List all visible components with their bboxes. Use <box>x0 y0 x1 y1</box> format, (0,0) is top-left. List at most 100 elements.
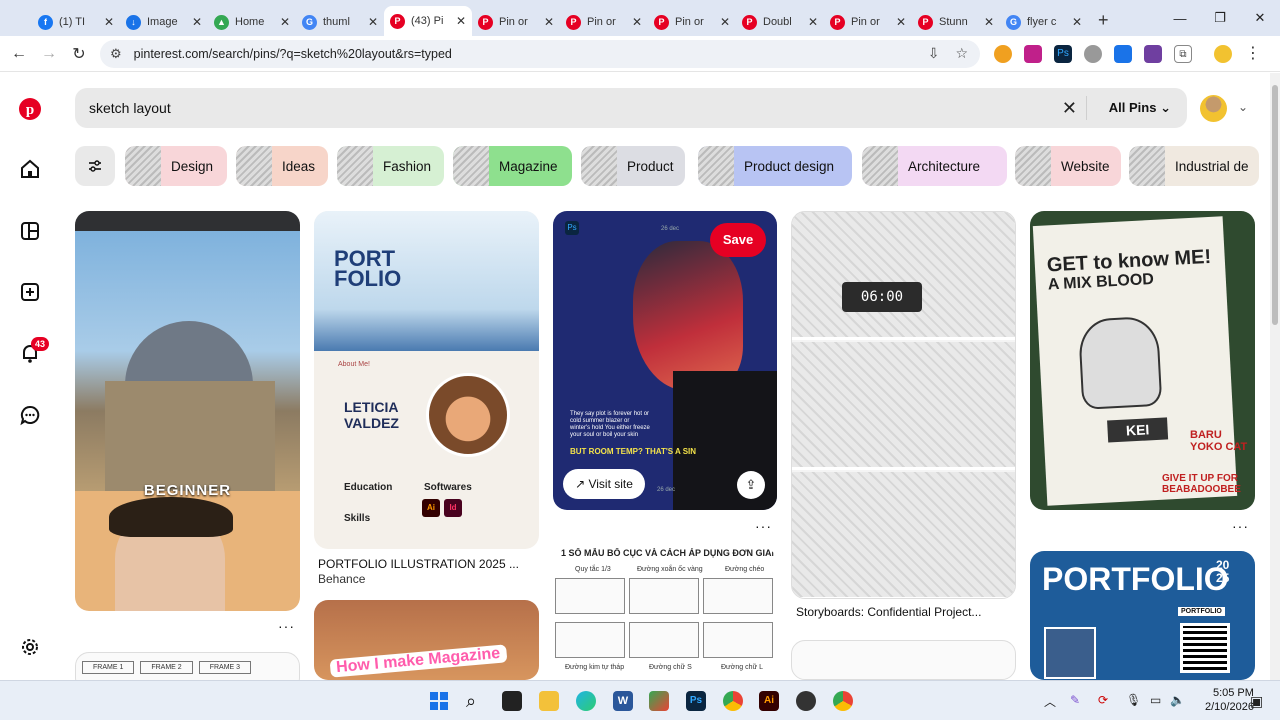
pen-icon[interactable]: ✎ <box>1070 693 1080 707</box>
extension-icon[interactable] <box>1144 45 1162 63</box>
file-explorer-icon[interactable] <box>539 691 559 711</box>
search-icon[interactable]: ⌕ <box>466 691 486 711</box>
tab-close-icon[interactable]: ✕ <box>984 15 994 29</box>
photoshop-extension-icon[interactable]: Ps <box>1054 45 1072 63</box>
pin-magazine-howto[interactable]: How I make Magazine <box>314 600 539 680</box>
browser-tab[interactable]: P Pin or ✕ <box>648 8 736 36</box>
pin-portfolio-illustration[interactable]: PORT FOLIO About Me! LETICIA VALDEZ Educ… <box>314 211 539 549</box>
tab-close-icon[interactable]: ✕ <box>632 15 642 29</box>
browser-tab[interactable]: ▲ Home ✕ <box>208 8 296 36</box>
minimize-button[interactable]: — <box>1160 0 1200 36</box>
bookmark-star-icon[interactable]: ☆ <box>955 45 968 62</box>
tab-close-icon[interactable]: ✕ <box>456 14 466 28</box>
category-chip[interactable]: Ideas <box>236 146 328 186</box>
extension-icon[interactable] <box>1024 45 1042 63</box>
category-chip[interactable]: Fashion <box>337 146 444 186</box>
tab-close-icon[interactable]: ✕ <box>104 15 114 29</box>
forward-button[interactable]: → <box>34 39 64 69</box>
microphone-icon[interactable]: 🎙 <box>1126 693 1141 707</box>
pin-more-options-icon[interactable]: ··· <box>755 518 772 534</box>
photoshop-taskbar-icon[interactable]: Ps <box>686 691 706 711</box>
reload-button[interactable]: ↻ <box>64 39 94 69</box>
pin-composition-guide[interactable]: 1 SỐ MẪU BỐ CỤC VÀ CÁCH ÁP DỤNG ĐƠN GIẢN… <box>553 548 777 680</box>
category-chip[interactable]: Website <box>1015 146 1121 186</box>
category-chip[interactable]: Industrial de <box>1129 146 1259 186</box>
search-input[interactable]: sketch layout <box>89 100 171 116</box>
category-chip[interactable]: Architecture <box>862 146 1007 186</box>
tab-close-icon[interactable]: ✕ <box>1072 15 1082 29</box>
category-chip[interactable]: Design <box>125 146 227 186</box>
extension-icon[interactable] <box>994 45 1012 63</box>
pin-title[interactable]: PORTFOLIO ILLUSTRATION 2025 ... <box>318 557 519 571</box>
category-chip[interactable]: Product design <box>698 146 852 186</box>
globe-extension-icon[interactable] <box>1084 45 1102 63</box>
download-extension-icon[interactable] <box>1114 45 1132 63</box>
pin-storyboards[interactable]: 06:00 <box>791 211 1016 599</box>
pin-portfolio-2025[interactable]: PORTFOLIO 20 25 PORTFOLIO <box>1030 551 1255 680</box>
new-tab-button[interactable]: + <box>1098 10 1109 31</box>
filter-button[interactable] <box>75 146 115 186</box>
pin-sketch-faces[interactable] <box>791 640 1016 680</box>
browser-tab[interactable]: P (43) Pi ✕ <box>384 6 472 36</box>
install-app-icon[interactable]: ⇩ <box>928 45 940 62</box>
volume-icon[interactable]: 🔈 <box>1170 693 1185 707</box>
network-icon[interactable]: ▭ <box>1150 693 1161 707</box>
share-icon[interactable]: ⇪ <box>737 471 765 499</box>
restore-button[interactable]: ❐ <box>1200 0 1240 36</box>
puzzle-icon[interactable]: ⧉ <box>1174 45 1192 63</box>
app-icon[interactable] <box>796 691 816 711</box>
browser-tab[interactable]: P Pin or ✕ <box>560 8 648 36</box>
search-scope-dropdown[interactable]: All Pins ⌄ <box>1109 100 1171 116</box>
category-chip[interactable]: Magazine <box>453 146 572 186</box>
windows-start-icon[interactable] <box>429 691 449 711</box>
tab-close-icon[interactable]: ✕ <box>368 15 378 29</box>
back-button[interactable]: ← <box>4 39 34 69</box>
close-window-button[interactable]: ✕ <box>1240 0 1280 36</box>
chrome-profile-icon[interactable] <box>833 691 853 711</box>
site-info-icon[interactable]: ⚙ <box>110 46 122 62</box>
system-clock[interactable]: 5:05 PM 2/10/2026 <box>1205 686 1254 714</box>
pin-title[interactable]: Storyboards: Confidential Project... <box>796 605 981 619</box>
word-icon[interactable]: W <box>613 691 633 711</box>
explore-icon[interactable] <box>18 219 42 243</box>
home-icon[interactable] <box>18 157 42 181</box>
notification-center-icon[interactable]: ▣ <box>1250 693 1263 710</box>
browser-tab[interactable]: Gflyer c ✕ <box>1000 8 1088 36</box>
browser-tab[interactable]: f (1) TI ✕ <box>32 8 120 36</box>
tab-close-icon[interactable]: ✕ <box>808 15 818 29</box>
browser-tab[interactable]: Gthuml ✕ <box>296 8 384 36</box>
browser-tab[interactable]: P Doubl ✕ <box>736 8 824 36</box>
account-chevron-down-icon[interactable]: ⌄ <box>1238 100 1248 114</box>
page-scrollbar[interactable] <box>1270 73 1280 680</box>
browser-tab[interactable]: P Pin or ✕ <box>824 8 912 36</box>
app-icon[interactable] <box>649 691 669 711</box>
tab-close-icon[interactable]: ✕ <box>544 15 554 29</box>
messages-icon[interactable] <box>18 403 42 427</box>
illustrator-taskbar-icon[interactable]: Ai <box>759 691 779 711</box>
task-view-icon[interactable] <box>502 691 522 711</box>
create-icon[interactable] <box>18 280 42 304</box>
pinterest-logo-icon[interactable]: p <box>18 97 42 121</box>
visit-site-button[interactable]: ↗ Visit site <box>563 469 645 499</box>
address-bar[interactable]: ⚙ pinterest.com/search/pins/?q=sketch%20… <box>100 40 980 68</box>
tab-close-icon[interactable]: ✕ <box>896 15 906 29</box>
tray-app-icon[interactable]: ⟳ <box>1098 693 1108 707</box>
pin-source[interactable]: Behance <box>318 572 365 586</box>
pin-more-options-icon[interactable]: ··· <box>1232 518 1249 534</box>
settings-icon[interactable] <box>18 635 42 659</box>
tray-chevron-up-icon[interactable]: ︿ <box>1044 693 1056 710</box>
browser-menu-icon[interactable]: ⋮ <box>1244 45 1262 63</box>
pin-drawing-tutorial[interactable]: BEGINNER <box>75 211 300 611</box>
pin-get-to-know-me[interactable]: GET to know ME! A MIX BLOOD KEI GIVE IT … <box>1030 211 1255 510</box>
scrollbar-thumb[interactable] <box>1272 85 1278 325</box>
tab-close-icon[interactable]: ✕ <box>192 15 202 29</box>
pin-more-options-icon[interactable]: ··· <box>278 618 295 634</box>
browser-tab[interactable]: ↓ Image ✕ <box>120 8 208 36</box>
chrome-icon[interactable] <box>723 691 743 711</box>
edge-icon[interactable] <box>576 691 596 711</box>
user-avatar[interactable] <box>1200 95 1227 122</box>
save-button[interactable]: Save <box>710 223 766 257</box>
category-chip[interactable]: Product <box>581 146 685 186</box>
browser-tab[interactable]: P Stunn ✕ <box>912 8 1000 36</box>
profile-icon[interactable] <box>1214 45 1232 63</box>
